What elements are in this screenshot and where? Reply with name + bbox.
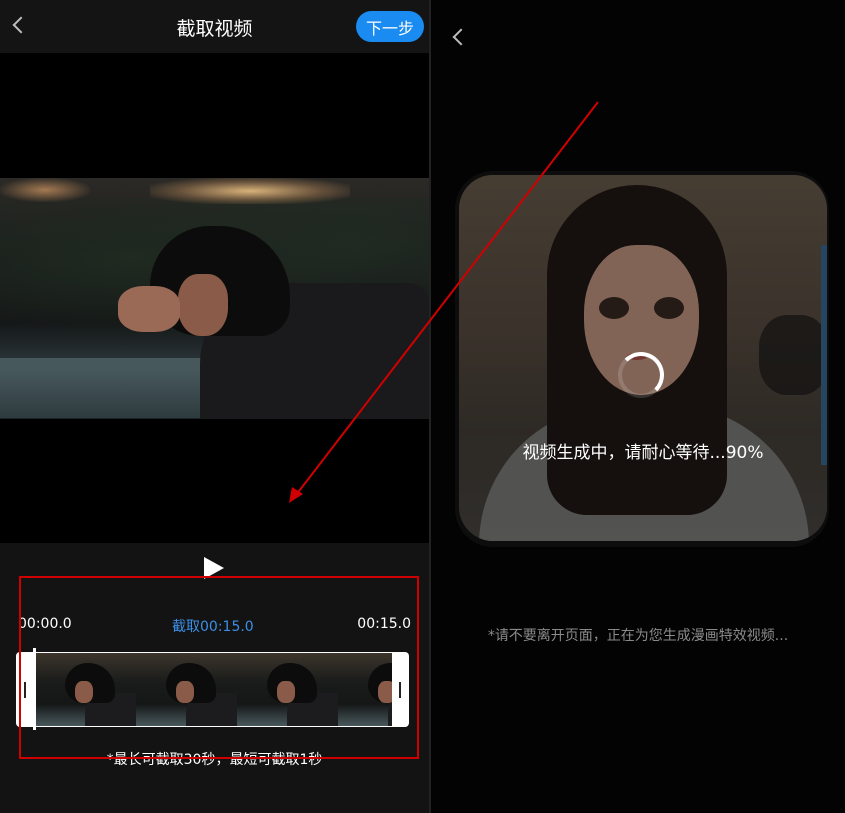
- spinner-icon: [618, 352, 664, 398]
- header-bar: 截取视频 下一步: [0, 0, 429, 53]
- generation-status-text: 视频生成中，请耐心等待...90%: [522, 443, 764, 463]
- video-trim-screen: 截取视频 下一步 00:00.0 截取00:15.0 00:15.0 *最长可截…: [0, 0, 429, 813]
- chevron-left-icon[interactable]: [452, 28, 470, 46]
- sky-light: [0, 178, 90, 202]
- stay-on-page-hint: *请不要离开页面，正在为您生成漫画特效视频...: [487, 628, 789, 644]
- sky-light: [150, 178, 350, 204]
- video-generating-screen: 视频生成中，请耐心等待...90% *请不要离开页面，正在为您生成漫画特效视频.…: [431, 0, 845, 813]
- person-hands: [118, 286, 180, 332]
- person-face: [178, 274, 228, 336]
- video-frame[interactable]: [0, 178, 429, 419]
- next-step-button[interactable]: 下一步: [356, 11, 424, 42]
- annotation-highlight-box: [19, 576, 419, 759]
